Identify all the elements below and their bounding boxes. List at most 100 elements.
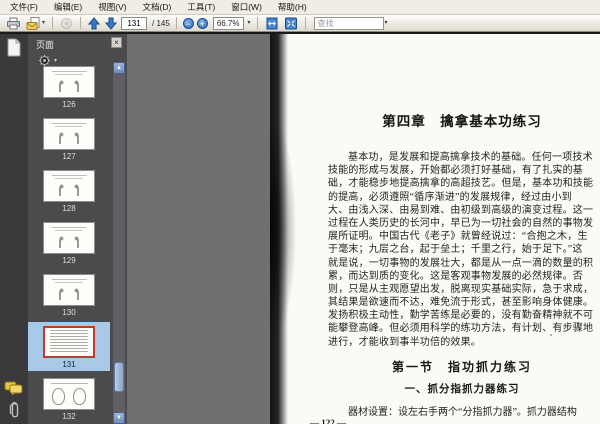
- zoom-level-value: 66.7%: [216, 18, 240, 28]
- page-thumbnail[interactable]: 127: [28, 114, 110, 163]
- section-heading: 第一节 指功抓力练习: [391, 360, 532, 374]
- next-page-button[interactable]: [104, 16, 118, 30]
- document-pane[interactable]: 第四章 擒拿基本功练习 基本功，是发展和提高擒拿技术的基础。任何一项技术 技能的…: [127, 34, 600, 424]
- scroll-down-arrow-icon: ▼: [116, 415, 122, 421]
- toolbar-separator: [304, 17, 306, 29]
- pages-panel-tab[interactable]: [4, 37, 24, 57]
- thumbnail-page[interactable]: [43, 378, 95, 410]
- thumbnail-preview-art: [47, 330, 91, 354]
- scroll-up-button[interactable]: ▲: [113, 62, 125, 74]
- page-count-label: / 145: [152, 18, 170, 28]
- zoom-level-dropdown[interactable]: 66.7%: [212, 16, 244, 30]
- body-text-line: 发扬积极主动性，勤学苦练是必要的，没有勤奋精神就不可: [328, 310, 594, 322]
- previous-view-icon: [61, 17, 73, 29]
- printed-page-number: — 122 —: [310, 418, 346, 424]
- print-button[interactable]: [5, 16, 22, 30]
- chapter-title: 第四章 擒拿基本功练习: [382, 114, 542, 129]
- zoom-out-button[interactable]: −: [182, 17, 194, 29]
- thumbnail-scrollbar[interactable]: ▲ ▼: [113, 62, 125, 424]
- thumbnail-page[interactable]: [43, 326, 95, 358]
- menu-item[interactable]: 文档(D): [135, 0, 180, 14]
- find-input[interactable]: [313, 16, 384, 30]
- page-thumbnail[interactable]: 131: [28, 322, 110, 371]
- page-number-input[interactable]: [121, 16, 148, 30]
- body-text-line: 其结果是欲速而不达，难免流于形式，甚至影响身体健康。: [328, 297, 594, 309]
- pdf-viewer-window: 文件(F) 编辑(E) 视图(V) 文档(D) 工具(T) 窗口(W) 帮助(H…: [0, 0, 600, 424]
- scroll-up-arrow-icon: ▲: [116, 65, 122, 71]
- previous-page-button[interactable]: [87, 16, 101, 30]
- page-thumbnail[interactable]: 130: [28, 270, 110, 319]
- sub-body-line: 器材设置：设左右手两个“分指抓力器”。抓力器结构: [348, 407, 577, 418]
- fit-width-icon: [266, 17, 278, 29]
- body-text-line: 就是说，一切事物的发展壮大，都是从一点一滴的数量的积: [328, 257, 594, 269]
- page-thumbnail[interactable]: 129: [28, 218, 110, 267]
- thumbnail-page-number: 128: [62, 204, 76, 213]
- zoom-in-button[interactable]: +: [196, 17, 208, 29]
- menu-item[interactable]: 编辑(E): [46, 0, 90, 14]
- document-page: 第四章 擒拿基本功练习 基本功，是发展和提高擒拿技术的基础。任何一项技术 技能的…: [270, 34, 600, 424]
- navigation-rail: [0, 34, 28, 424]
- thumbnail-page[interactable]: [43, 222, 95, 254]
- scroll-down-button[interactable]: ▼: [113, 412, 125, 424]
- toolbar-separator: [256, 17, 258, 29]
- body-text-line: 于毫末；九层之台，起于垒土；千里之行，始于足下。”这: [328, 244, 583, 256]
- body-text-line: 展所证明。中国古代《老子》就曾经说过：“合抱之木，生: [328, 231, 588, 243]
- thumbnail-page[interactable]: [43, 170, 95, 202]
- pages-panel: 页面 × ▾ 126 127 128 129 130 131 132 ▲ ▼: [28, 34, 127, 424]
- caret-down-icon[interactable]: ▾: [248, 20, 251, 26]
- menu-item[interactable]: 文件(F): [2, 0, 46, 14]
- comments-icon: [4, 381, 23, 395]
- page-thumbnail[interactable]: 132: [28, 374, 110, 423]
- menu-item[interactable]: 窗口(W): [223, 0, 270, 14]
- fit-page-icon: [284, 17, 297, 29]
- thumbnail-preview-art: [46, 277, 92, 303]
- toolbar-separator: [175, 17, 177, 29]
- thumbnail-page[interactable]: [43, 66, 95, 98]
- sub-heading: 一、抓分指抓力器练习: [404, 384, 520, 395]
- printer-icon: [7, 17, 20, 29]
- scrollbar-thumb[interactable]: [114, 362, 124, 392]
- page-up-arrow-icon: [88, 16, 101, 29]
- toolbar: ▾ / 145 − + 66.7% ▾: [0, 15, 600, 32]
- fit-width-button[interactable]: [264, 16, 280, 30]
- page-down-arrow-icon: [105, 17, 118, 30]
- thumbnail-page[interactable]: [43, 274, 95, 306]
- fit-page-button[interactable]: [283, 16, 299, 30]
- page-thumbnail[interactable]: 126: [28, 62, 110, 111]
- body-text-block: 基本功，是发展和提高擒拿技术的基础。任何一项技术 技能的形成与发展，开始都必须打…: [328, 151, 598, 349]
- thumbnail-page-number: 129: [62, 256, 76, 265]
- email-document-icon: [26, 16, 40, 30]
- paperclip-icon: [9, 401, 19, 418]
- body-text-line: 技能的形成与发展，开始都必须打好基础，有了扎实的基: [328, 165, 583, 177]
- attachments-panel-tab[interactable]: [4, 400, 24, 420]
- panel-close-button[interactable]: ×: [111, 37, 122, 48]
- scan-shadow-blob: [270, 114, 296, 344]
- thumbnail-preview-art: [46, 69, 92, 95]
- body-text-line: 进行，才能收到事半功倍的效果。: [328, 336, 481, 348]
- thumbnail-preview-art: [46, 225, 92, 251]
- comments-panel-tab[interactable]: [4, 378, 24, 398]
- thumbnail-page-number: 130: [62, 308, 76, 317]
- content-area: 页面 × ▾ 126 127 128 129 130 131 132 ▲ ▼ 第…: [0, 32, 600, 424]
- menu-bar: 文件(F) 编辑(E) 视图(V) 文档(D) 工具(T) 窗口(W) 帮助(H…: [0, 0, 600, 15]
- thumbnail-page-number: 126: [62, 100, 76, 109]
- body-text-line: 基本功，是发展和提高擒拿技术的基础。任何一项技术: [348, 152, 593, 163]
- menu-item[interactable]: 帮助(H): [270, 0, 315, 14]
- find-options-caret-icon[interactable]: ▾: [385, 20, 388, 26]
- email-export-button[interactable]: ▾: [25, 16, 46, 30]
- caret-down-icon[interactable]: ▾: [42, 20, 45, 26]
- thumbnail-page-number: 131: [62, 360, 76, 369]
- body-text-line: 础，才能稳步地提高擒拿的高超技艺。但是，基本功和技能: [328, 178, 594, 190]
- body-text-line: 累，而达到质的变化。这是客观事物发展的必然规律。否: [328, 270, 583, 282]
- thumbnail-page[interactable]: [43, 118, 95, 150]
- previous-view-button-disabled: [59, 16, 74, 30]
- page-thumbnail[interactable]: 128: [28, 166, 110, 215]
- pages-icon: [7, 38, 21, 56]
- thumbnail-preview-art: [46, 173, 92, 199]
- body-text-line: 过程在人类历史的长河中，早已为一切社会的自然的事物发: [328, 217, 594, 229]
- body-text-line: 则，只是从主观愿望出发，脱离现实基础实际，急于求成，: [328, 283, 594, 295]
- body-text-line: 能攀登高峰。但必须用科学的练功方法，有计划、有步骤地: [328, 323, 594, 335]
- body-text-line: 大、由浅入深、由易到难、由初级到高级的演变过程。这一: [328, 204, 594, 216]
- menu-item[interactable]: 工具(T): [179, 0, 223, 14]
- menu-item[interactable]: 视图(V): [90, 0, 134, 14]
